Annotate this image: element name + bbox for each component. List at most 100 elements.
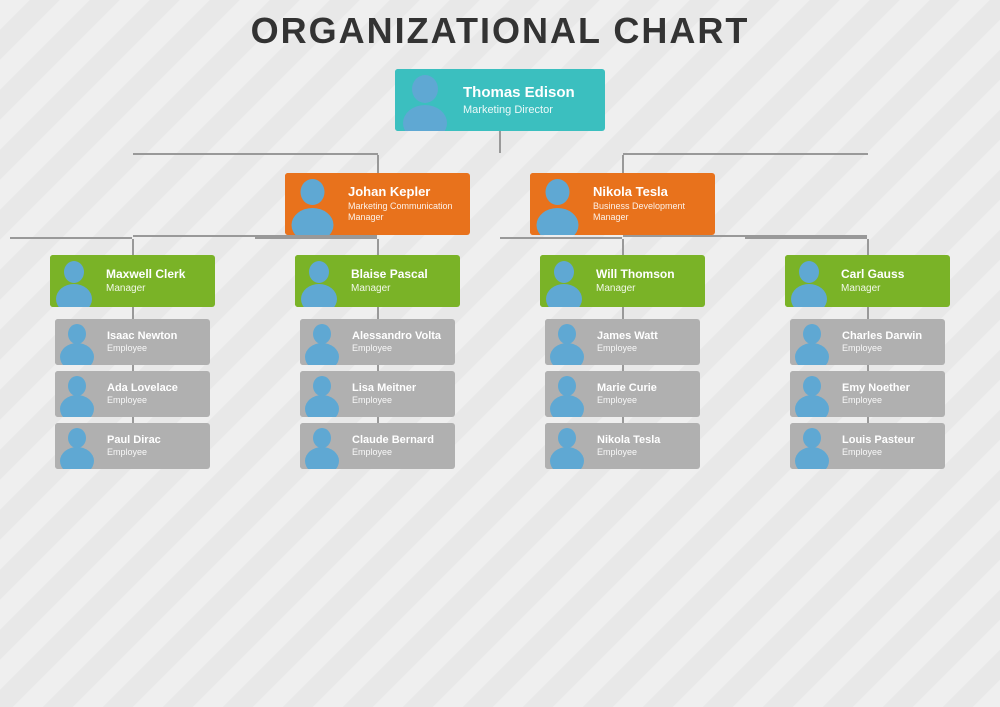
claude-info: Claude Bernard Employee (344, 429, 455, 463)
l2-right-info: Nikola Tesla Business DevelopmentManager (585, 180, 715, 228)
chart-title: ORGANIZATIONAL CHART (10, 10, 990, 52)
ada-card: Ada Lovelace Employee (55, 371, 210, 417)
paul-name: Paul Dirac (107, 433, 202, 447)
ada-info: Ada Lovelace Employee (99, 377, 210, 411)
l2-right-card: Nikola Tesla Business DevelopmentManager (530, 173, 715, 235)
ada-avatar (55, 371, 99, 417)
louis-node: Louis Pasteur Employee (790, 423, 945, 469)
l2-left-card-wrapper: Johan Kepler Marketing CommunicationMana… (255, 173, 500, 235)
james-person-icon (545, 319, 589, 365)
col4-vline-container (745, 239, 990, 255)
louis-person-icon (790, 423, 834, 469)
will-node: Will Thomson Manager (540, 255, 705, 307)
emy-person-icon (790, 371, 834, 417)
top-avatar (395, 69, 455, 131)
maxwell-info: Maxwell Clerk Manager (98, 263, 215, 300)
charles-card: Charles Darwin Employee (790, 319, 945, 365)
carl-info: Carl Gauss Manager (833, 263, 950, 300)
marie-card: Marie Curie Employee (545, 371, 700, 417)
lisa-node: Lisa Meitner Employee (300, 371, 455, 417)
col-carl: Carl Gauss Manager (745, 235, 990, 469)
james-role: Employee (597, 343, 692, 355)
l2-left-card: Johan Kepler Marketing CommunicationMana… (285, 173, 470, 235)
l2-left-avatar (285, 173, 340, 235)
page-container: ORGANIZATIONAL CHART Thomas Edison Marke… (0, 0, 1000, 469)
top-role: Marketing Director (463, 103, 597, 117)
l2-left-card-container: Johan Kepler Marketing CommunicationMana… (10, 173, 500, 235)
l2-right-card-container: Nikola Tesla Business DevelopmentManager (500, 173, 990, 235)
claude-card: Claude Bernard Employee (300, 423, 455, 469)
volta-avatar (300, 319, 344, 365)
james-node: James Watt Employee (545, 319, 700, 365)
col3-vline-container (500, 239, 745, 255)
nikola2-name: Nikola Tesla (597, 433, 692, 447)
blaise-info: Blaise Pascal Manager (343, 263, 460, 300)
col2-vline (377, 239, 379, 255)
james-card: James Watt Employee (545, 319, 700, 365)
volta-node: Alessandro Volta Employee (300, 319, 455, 365)
emy-name: Emy Noether (842, 381, 937, 395)
will-card: Will Thomson Manager (540, 255, 705, 307)
l2-right-avatar (530, 173, 585, 235)
l2-bracket-row: Johan Kepler Marketing CommunicationMana… (10, 153, 990, 235)
col1-vline-container (10, 239, 255, 255)
lisa-card: Lisa Meitner Employee (300, 371, 455, 417)
carl-avatar (785, 255, 833, 307)
l2-right-vline-container (500, 155, 990, 173)
blaise-role: Manager (351, 282, 452, 295)
nikola2-card: Nikola Tesla Employee (545, 423, 700, 469)
maxwell-name: Maxwell Clerk (106, 267, 207, 283)
louis-role: Employee (842, 447, 937, 459)
will-name: Will Thomson (596, 267, 697, 283)
carl-role: Manager (841, 282, 942, 295)
paul-info: Paul Dirac Employee (99, 429, 210, 463)
nikola2-person-icon (545, 423, 589, 469)
maxwell-person-icon (50, 255, 98, 307)
lisa-avatar (300, 371, 344, 417)
l2-left-group: Johan Kepler Marketing CommunicationMana… (10, 153, 500, 235)
louis-name: Louis Pasteur (842, 433, 937, 447)
top-card-info: Thomas Edison Marketing Director (455, 79, 605, 121)
nikola2-avatar (545, 423, 589, 469)
col-maxwell: Maxwell Clerk Manager (10, 235, 255, 469)
col4-vline (867, 239, 869, 255)
will-avatar (540, 255, 588, 307)
lisa-name: Lisa Meitner (352, 381, 447, 395)
charles-name: Charles Darwin (842, 329, 937, 343)
will-person-icon (540, 255, 588, 307)
claude-role: Employee (352, 447, 447, 459)
blaise-card: Blaise Pascal Manager (295, 255, 460, 307)
carl-person-icon (785, 255, 833, 307)
marie-name: Marie Curie (597, 381, 692, 395)
emy-card: Emy Noether Employee (790, 371, 945, 417)
l2-right-vline (622, 155, 624, 173)
marie-node: Marie Curie Employee (545, 371, 700, 417)
l2-bracket-area: Johan Kepler Marketing CommunicationMana… (10, 153, 990, 235)
james-info: James Watt Employee (589, 325, 700, 359)
ada-name: Ada Lovelace (107, 381, 202, 395)
ada-role: Employee (107, 395, 202, 407)
ada-node: Ada Lovelace Employee (55, 371, 210, 417)
will-info: Will Thomson Manager (588, 263, 705, 300)
l2-left-person-icon (285, 173, 340, 235)
isaac-role: Employee (107, 343, 202, 355)
col-will: Will Thomson Manager (500, 235, 745, 469)
blaise-vline-down (377, 307, 379, 319)
isaac-info: Isaac Newton Employee (99, 325, 210, 359)
claude-person-icon (300, 423, 344, 469)
blaise-name: Blaise Pascal (351, 267, 452, 283)
ada-person-icon (55, 371, 99, 417)
emy-role: Employee (842, 395, 937, 407)
col1-vline (132, 239, 134, 255)
maxwell-vline-down (132, 307, 134, 319)
blaise-avatar (295, 255, 343, 307)
l2-right-role: Business DevelopmentManager (593, 201, 707, 224)
louis-card: Louis Pasteur Employee (790, 423, 945, 469)
l2-left-name: Johan Kepler (348, 184, 462, 201)
carl-node: Carl Gauss Manager (785, 255, 950, 307)
maxwell-card: Maxwell Clerk Manager (50, 255, 215, 307)
emy-info: Emy Noether Employee (834, 377, 945, 411)
blaise-person-icon (295, 255, 343, 307)
col-blaise: Blaise Pascal Manager (255, 235, 500, 469)
james-name: James Watt (597, 329, 692, 343)
